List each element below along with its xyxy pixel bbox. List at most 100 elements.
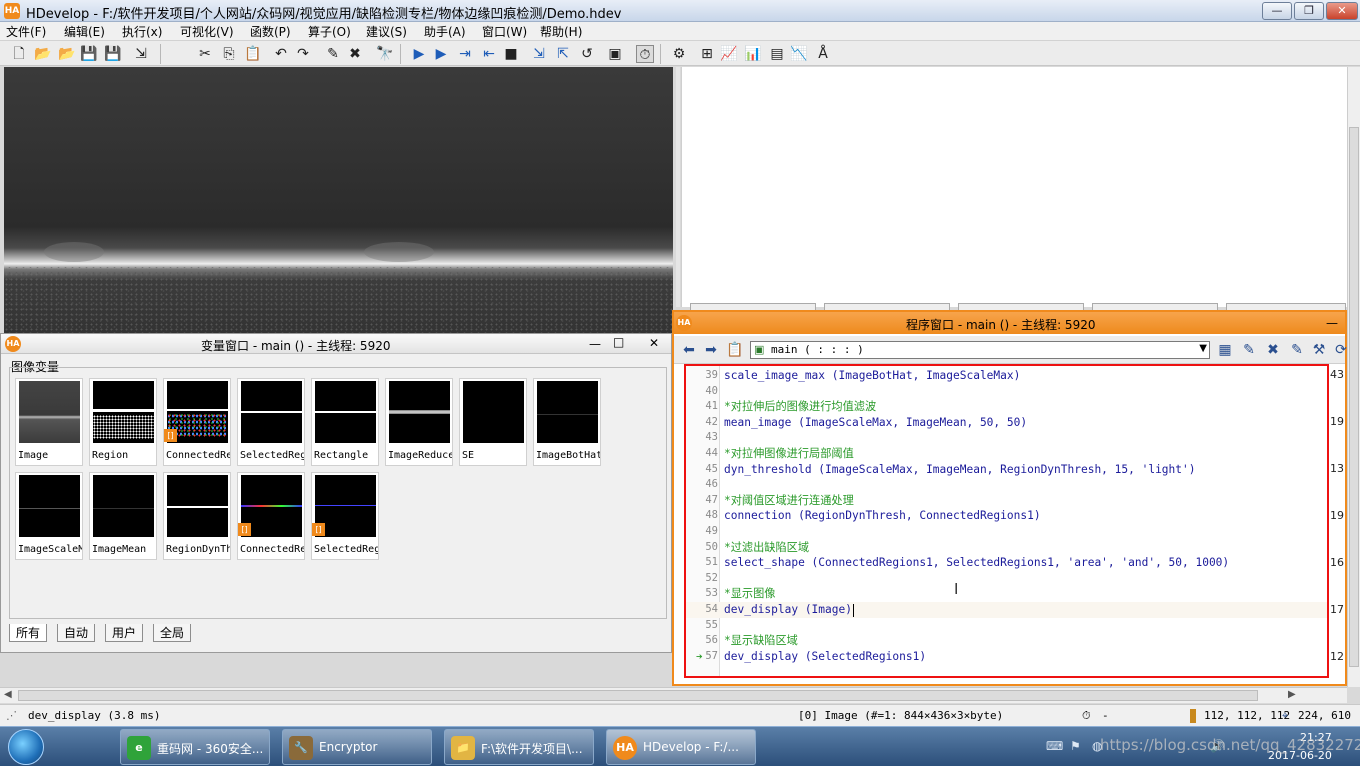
- iconic-var-selectedregions[interactable]: SelectedReg: [237, 378, 305, 466]
- stop-icon[interactable]: ■: [502, 45, 520, 63]
- step-back-icon[interactable]: ⇤: [480, 45, 498, 63]
- step-over-icon[interactable]: ⇥: [456, 45, 474, 63]
- delete-procedure-icon[interactable]: ✖: [1264, 341, 1282, 359]
- step-run-icon[interactable]: ▶: [432, 45, 450, 63]
- reset-program-icon[interactable]: ↺: [578, 45, 596, 63]
- iconic-var-imagemean[interactable]: ImageMean: [89, 472, 157, 560]
- zoom-window-icon[interactable]: ⊞: [698, 45, 716, 63]
- menu-edit[interactable]: 编辑(E): [64, 23, 105, 40]
- menu-suggestions[interactable]: 建议(S): [366, 23, 407, 40]
- program-code-editor[interactable]: 39 scale_image_max (ImageBotHat, ImageSca…: [684, 364, 1329, 678]
- line-profile-icon[interactable]: 📉: [790, 45, 808, 63]
- menu-file[interactable]: 文件(F): [6, 23, 46, 40]
- start-button[interactable]: [8, 729, 44, 765]
- close-icon[interactable]: ✕: [649, 336, 659, 350]
- calendar-icon[interactable]: ▦: [1216, 341, 1234, 359]
- iconic-var-imagebothat[interactable]: ImageBotHat: [533, 378, 601, 466]
- variable-window-titlebar[interactable]: HA 变量窗口 - main () - 主线程: 5920 — □ ✕: [1, 334, 671, 354]
- open-file-icon[interactable]: 📂: [34, 45, 52, 63]
- code-line[interactable]: 47 *对阈值区域进行连通处理: [686, 493, 1327, 509]
- code-line[interactable]: 49: [686, 524, 1327, 540]
- maximize-icon[interactable]: □: [613, 335, 624, 349]
- keyboard-icon[interactable]: ⌨: [1046, 739, 1063, 753]
- copy-icon[interactable]: ⎘: [220, 45, 238, 63]
- insert-operator-icon[interactable]: ✎: [324, 45, 342, 63]
- program-window-titlebar[interactable]: HA 程序窗口 - main () - 主线程: 5920 —: [674, 312, 1345, 334]
- iconic-var-region[interactable]: Region: [89, 378, 157, 466]
- gray-histogram-icon[interactable]: 📈: [720, 45, 738, 63]
- menu-help[interactable]: 帮助(H): [540, 23, 582, 40]
- iconic-var-image[interactable]: Image: [15, 378, 83, 466]
- code-line[interactable]: 42 mean_image (ImageScaleMax, ImageMean, …: [686, 415, 1327, 431]
- ocr-assistant-icon[interactable]: Å: [814, 45, 832, 63]
- code-line[interactable]: 56 *显示缺陷区域: [686, 633, 1327, 649]
- graphics-window-icon[interactable]: ▣: [606, 45, 624, 63]
- iconic-var-connectedregions[interactable]: [] ConnectedRe: [163, 378, 231, 466]
- iconic-var-regiondynthresh[interactable]: RegionDynTh: [163, 472, 231, 560]
- minimize-icon[interactable]: —: [589, 337, 601, 351]
- iconic-var-imagereduced[interactable]: ImageReduce: [385, 378, 453, 466]
- cut-icon[interactable]: ✂: [196, 45, 214, 63]
- menu-visualize[interactable]: 可视化(V): [180, 23, 234, 40]
- code-line[interactable]: 48 connection (RegionDynThresh, Connected…: [686, 508, 1327, 524]
- iconic-var-selectedregions1[interactable]: [] SelectedReg: [311, 472, 379, 560]
- tab-user[interactable]: 用户: [105, 624, 144, 642]
- menu-execute[interactable]: 执行(x): [122, 23, 162, 40]
- menu-operators[interactable]: 算子(O): [308, 23, 351, 40]
- feature-histogram-icon[interactable]: 📊: [744, 45, 762, 63]
- code-line[interactable]: 50 *过滤出缺陷区域: [686, 540, 1327, 556]
- close-button[interactable]: ✕: [1326, 2, 1358, 20]
- clipboard-icon[interactable]: 📋: [726, 341, 744, 359]
- splitter[interactable]: [676, 67, 680, 307]
- minimize-icon[interactable]: —: [1326, 316, 1338, 330]
- scroll-left-icon[interactable]: ◀: [4, 689, 12, 700]
- profiler-timer-icon[interactable]: ⏱: [636, 45, 654, 63]
- code-line[interactable]: 45 dyn_threshold (ImageScaleMax, ImageMea…: [686, 462, 1327, 478]
- iconic-var-rectangle[interactable]: Rectangle: [311, 378, 379, 466]
- code-line[interactable]: 55: [686, 618, 1327, 634]
- refresh-icon[interactable]: ⟳: [1332, 341, 1350, 359]
- horizontal-scrollbar[interactable]: ◀ ▶: [0, 687, 1347, 703]
- open-recent-icon[interactable]: 📂: [58, 45, 76, 63]
- tab-auto[interactable]: 自动: [57, 624, 96, 642]
- settings-icon[interactable]: ⚙: [670, 45, 688, 63]
- procedure-interface-icon[interactable]: ✎: [1288, 341, 1306, 359]
- forward-icon[interactable]: ➡: [702, 341, 720, 359]
- redo-icon[interactable]: ↷: [294, 45, 312, 63]
- undo-icon[interactable]: ↶: [272, 45, 290, 63]
- menu-window[interactable]: 窗口(W): [482, 23, 527, 40]
- new-file-icon[interactable]: 🗋: [10, 45, 28, 63]
- iconic-var-connectedregions1[interactable]: [] ConnectedRe: [237, 472, 305, 560]
- code-line[interactable]: 41 *对拉伸后的图像进行均值滤波: [686, 399, 1327, 415]
- minimize-button[interactable]: —: [1262, 2, 1292, 20]
- tab-all[interactable]: 所有: [9, 624, 48, 642]
- code-line[interactable]: 53 *显示图像: [686, 586, 1327, 602]
- vertical-scrollbar[interactable]: [1347, 67, 1360, 687]
- step-out-icon[interactable]: ⇱: [554, 45, 572, 63]
- back-icon[interactable]: ⬅: [680, 341, 698, 359]
- code-line[interactable]: 44 *对拉伸图像进行局部阈值: [686, 446, 1327, 462]
- code-line[interactable]: 57 dev_display (SelectedRegions1) ➔: [686, 649, 1327, 665]
- paste-icon[interactable]: 📋: [244, 45, 262, 63]
- restore-button[interactable]: ❐: [1294, 2, 1324, 20]
- settings-wrench-icon[interactable]: ⚒: [1310, 341, 1328, 359]
- save-icon[interactable]: 💾: [80, 45, 98, 63]
- code-line[interactable]: 46: [686, 477, 1327, 493]
- feature-inspection-icon[interactable]: ▤: [768, 45, 786, 63]
- graphics-window[interactable]: [4, 67, 673, 333]
- flag-icon[interactable]: ⚑: [1070, 739, 1081, 753]
- taskbar-item-encryptor[interactable]: 🔧 Encryptor: [282, 729, 432, 765]
- code-line[interactable]: 40: [686, 384, 1327, 400]
- save-all-icon[interactable]: 💾: [104, 45, 122, 63]
- step-into-icon[interactable]: ⇲: [530, 45, 548, 63]
- taskbar-item-hdevelop[interactable]: HA HDevelop - F:/...: [606, 729, 756, 765]
- edit-procedure-icon[interactable]: ✎: [1240, 341, 1258, 359]
- taskbar-item-browser[interactable]: e 重码网 - 360安全...: [120, 729, 270, 765]
- scroll-right-icon[interactable]: ▶: [1288, 689, 1296, 700]
- iconic-var-se[interactable]: SE: [459, 378, 527, 466]
- taskbar-item-explorer[interactable]: 📁 F:\软件开发项目\...: [444, 729, 594, 765]
- code-line[interactable]: 39 scale_image_max (ImageBotHat, ImageSca…: [686, 368, 1327, 384]
- export-icon[interactable]: ⇲: [132, 45, 150, 63]
- binoculars-icon[interactable]: 🔭: [376, 45, 394, 63]
- run-icon[interactable]: ▶: [410, 45, 428, 63]
